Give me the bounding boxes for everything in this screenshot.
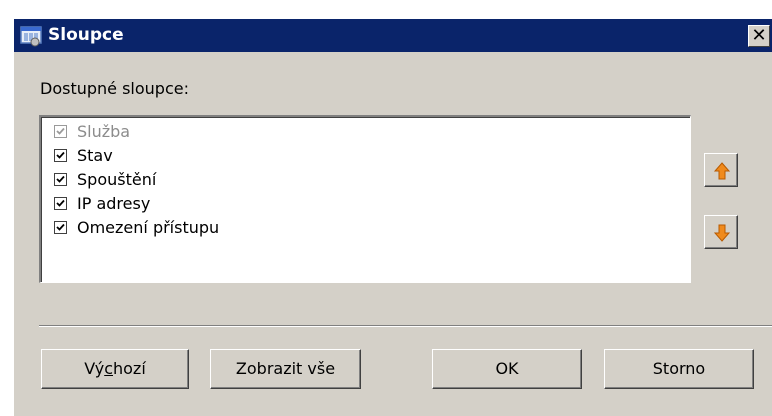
list-item-label: Stav [77, 146, 113, 165]
list-item-label: Služba [77, 122, 131, 141]
default-button-accelerator: c [104, 359, 113, 378]
move-up-button[interactable] [704, 153, 738, 187]
available-columns-label: Dostupné sloupce: [40, 79, 189, 98]
cancel-button-label: Storno [652, 359, 706, 378]
check-mark-icon [56, 175, 65, 183]
columns-window-icon [20, 26, 42, 47]
separator [39, 325, 772, 327]
checkbox-omezeni-pristupu[interactable] [54, 221, 67, 234]
close-button[interactable]: ✕ [748, 25, 770, 47]
default-button[interactable]: Výchozí [41, 349, 189, 389]
show-all-button-label: Zobrazit vše [235, 359, 336, 378]
list-item-label: IP adresy [77, 194, 151, 213]
columns-listbox[interactable]: Služba Stav Spouštění IP adresy Omezení … [39, 115, 691, 283]
default-button-label-pre: Vý [84, 359, 105, 378]
checkbox-spousteni[interactable] [54, 173, 67, 186]
move-down-button[interactable] [704, 215, 738, 249]
check-mark-icon [56, 199, 65, 207]
checkbox-ip-adresy[interactable] [54, 197, 67, 210]
list-item-label: Spouštění [77, 170, 157, 189]
columns-dialog: Sloupce ✕ Dostupné sloupce: Služba Stav … [13, 18, 772, 416]
ok-button-label: OK [495, 359, 519, 378]
checkbox-stav[interactable] [54, 149, 67, 162]
cancel-button[interactable]: Storno [604, 349, 754, 389]
default-button-label-post: hozí [113, 359, 146, 378]
list-item-label: Omezení přístupu [77, 218, 220, 237]
close-icon: ✕ [751, 25, 767, 46]
dialog-title: Sloupce [48, 25, 124, 45]
arrow-down-icon [713, 224, 731, 242]
check-mark-icon [56, 151, 65, 159]
show-all-button[interactable]: Zobrazit vše [210, 349, 361, 389]
check-mark-icon [56, 223, 65, 231]
checkbox-sluzba[interactable] [54, 125, 67, 138]
check-mark-icon [56, 127, 65, 135]
ok-button[interactable]: OK [432, 349, 582, 389]
title-bar[interactable]: Sloupce ✕ [14, 19, 772, 52]
arrow-up-icon [713, 162, 731, 180]
